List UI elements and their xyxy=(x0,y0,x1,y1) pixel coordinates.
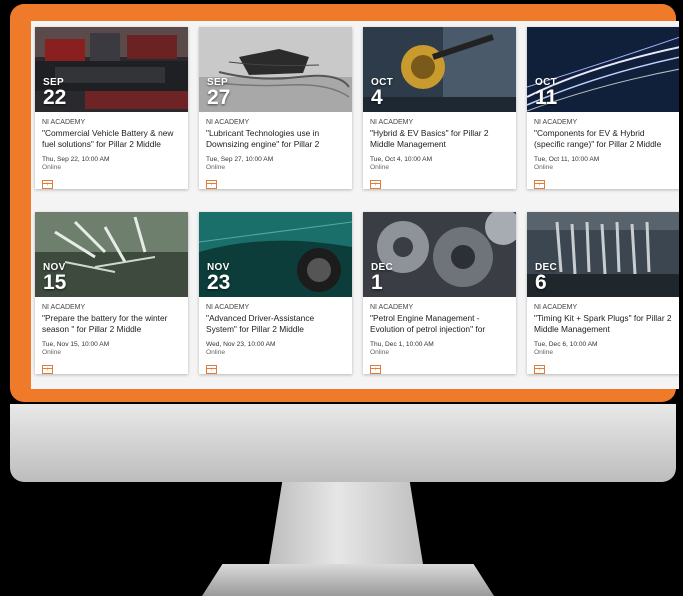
event-title[interactable]: "Components for EV & Hybrid (specific ra… xyxy=(534,128,673,150)
add-to-calendar-icon[interactable] xyxy=(534,180,545,189)
event-day: 23 xyxy=(207,271,231,294)
event-card[interactable]: SEP 27 NI ACADEMY "Lubricant Technologie… xyxy=(199,27,352,189)
event-datetime: Thu, Sep 22, 10:00 AM xyxy=(42,156,110,163)
event-datetime: Tue, Oct 4, 10:00 AM xyxy=(370,156,433,163)
event-organizer: NI ACADEMY xyxy=(534,119,578,126)
event-image: SEP 22 xyxy=(35,27,188,112)
event-location: Online xyxy=(370,164,390,171)
event-date: OCT 11 xyxy=(535,78,558,109)
add-to-calendar-icon[interactable] xyxy=(370,365,381,374)
event-location: Online xyxy=(534,164,554,171)
event-day: 15 xyxy=(43,271,67,294)
event-datetime: Tue, Nov 15, 10:00 AM xyxy=(42,341,110,348)
event-image: OCT 4 xyxy=(363,27,516,112)
event-date: DEC 6 xyxy=(535,263,557,294)
event-title[interactable]: "Lubricant Technologies use in Downsizin… xyxy=(206,128,345,150)
event-image: SEP 27 xyxy=(199,27,352,112)
event-datetime: Thu, Dec 1, 10:00 AM xyxy=(370,341,434,348)
event-date: SEP 27 xyxy=(207,78,231,109)
event-organizer: NI ACADEMY xyxy=(42,304,86,311)
event-card[interactable]: DEC 1 NI ACADEMY "Petrol Engine Manageme… xyxy=(363,212,516,374)
add-to-calendar-icon[interactable] xyxy=(370,180,381,189)
event-title[interactable]: "Hybrid & EV Basics" for Pillar 2 Middle… xyxy=(370,128,509,150)
add-to-calendar-icon[interactable] xyxy=(42,365,53,374)
event-organizer: NI ACADEMY xyxy=(42,119,86,126)
event-datetime: Tue, Oct 11, 10:00 AM xyxy=(534,156,600,163)
event-location: Online xyxy=(42,164,62,171)
event-day: 11 xyxy=(535,86,558,109)
event-day: 1 xyxy=(371,271,383,294)
event-title[interactable]: "Advanced Driver-Assistance System" for … xyxy=(206,313,345,335)
event-title[interactable]: "Prepare the battery for the winter seas… xyxy=(42,313,181,335)
event-title[interactable]: "Commercial Vehicle Battery & new fuel s… xyxy=(42,128,181,150)
event-date: SEP 22 xyxy=(43,78,67,109)
event-image: OCT 11 xyxy=(527,27,679,112)
event-datetime: Wed, Nov 23, 10:00 AM xyxy=(206,341,276,348)
event-card[interactable]: DEC 6 NI ACADEMY "Timing Kit + Spark Plu… xyxy=(527,212,679,374)
monitor-stand-neck xyxy=(268,482,424,566)
event-location: Online xyxy=(42,349,62,356)
event-date: NOV 23 xyxy=(207,263,231,294)
event-image: DEC 1 xyxy=(363,212,516,297)
event-card[interactable]: SEP 22 NI ACADEMY "Commercial Vehicle Ba… xyxy=(35,27,188,189)
event-location: Online xyxy=(206,349,226,356)
add-to-calendar-icon[interactable] xyxy=(534,365,545,374)
add-to-calendar-icon[interactable] xyxy=(206,180,217,189)
monitor-chin xyxy=(10,404,676,482)
add-to-calendar-icon[interactable] xyxy=(42,180,53,189)
event-date: OCT 4 xyxy=(371,78,393,109)
event-card[interactable]: OCT 11 NI ACADEMY "Components for EV & H… xyxy=(527,27,679,189)
event-organizer: NI ACADEMY xyxy=(370,304,414,311)
event-organizer: NI ACADEMY xyxy=(370,119,414,126)
event-day: 22 xyxy=(43,86,67,109)
event-date: DEC 1 xyxy=(371,263,393,294)
event-day: 4 xyxy=(371,86,383,109)
event-title[interactable]: "Petrol Engine Management - Evolution of… xyxy=(370,313,509,335)
event-card[interactable]: NOV 23 NI ACADEMY "Advanced Driver-Assis… xyxy=(199,212,352,374)
event-organizer: NI ACADEMY xyxy=(206,119,250,126)
event-image: NOV 15 xyxy=(35,212,188,297)
event-day: 27 xyxy=(207,86,231,109)
monitor-stand-base xyxy=(202,564,494,596)
event-location: Online xyxy=(370,349,390,356)
event-datetime: Tue, Sep 27, 10:00 AM xyxy=(206,156,274,163)
event-organizer: NI ACADEMY xyxy=(206,304,250,311)
event-image: NOV 23 xyxy=(199,212,352,297)
monitor-frame: SEP 22 NI ACADEMY "Commercial Vehicle Ba… xyxy=(10,4,679,402)
event-card[interactable]: NOV 15 NI ACADEMY "Prepare the battery f… xyxy=(35,212,188,374)
event-datetime: Tue, Dec 6, 10:00 AM xyxy=(534,341,598,348)
event-title[interactable]: "Timing Kit + Spark Plugs" for Pillar 2 … xyxy=(534,313,673,335)
event-grid: SEP 22 NI ACADEMY "Commercial Vehicle Ba… xyxy=(31,21,679,389)
event-location: Online xyxy=(206,164,226,171)
event-card[interactable]: OCT 4 NI ACADEMY "Hybrid & EV Basics" fo… xyxy=(363,27,516,189)
event-location: Online xyxy=(534,349,554,356)
event-organizer: NI ACADEMY xyxy=(534,304,578,311)
add-to-calendar-icon[interactable] xyxy=(206,365,217,374)
event-date: NOV 15 xyxy=(43,263,67,294)
event-day: 6 xyxy=(535,271,547,294)
event-image: DEC 6 xyxy=(527,212,679,297)
